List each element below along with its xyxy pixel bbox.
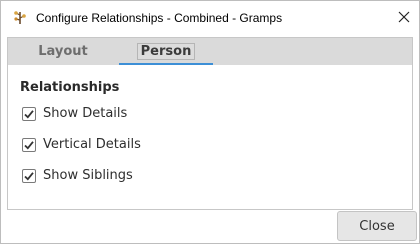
tab-layout-label: Layout bbox=[38, 44, 88, 59]
tab-person-label: Person bbox=[136, 43, 196, 60]
checkmark-icon bbox=[24, 140, 34, 150]
show-details-label: Show Details bbox=[43, 106, 128, 121]
vertical-details-checkbox-row[interactable]: Vertical Details bbox=[22, 137, 141, 152]
vertical-details-label: Vertical Details bbox=[43, 137, 141, 152]
checkmark-icon bbox=[24, 109, 34, 119]
dialog-window: Configure Relationships - Combined - Gra… bbox=[0, 0, 420, 244]
show-siblings-label: Show Siblings bbox=[43, 168, 133, 183]
gramps-tree-icon bbox=[12, 10, 28, 26]
vertical-details-checkbox[interactable] bbox=[22, 137, 36, 152]
tab-strip: Layout Person bbox=[7, 37, 413, 66]
title-bar[interactable]: Configure Relationships - Combined - Gra… bbox=[1, 1, 419, 34]
tab-layout[interactable]: Layout bbox=[8, 38, 118, 65]
tab-person[interactable]: Person bbox=[119, 38, 213, 65]
close-button[interactable]: Close bbox=[337, 211, 417, 241]
show-siblings-checkbox[interactable] bbox=[22, 168, 36, 183]
close-icon[interactable] bbox=[395, 8, 413, 26]
checkmark-icon bbox=[24, 171, 34, 181]
show-details-checkbox[interactable] bbox=[22, 106, 36, 121]
section-title: Relationships bbox=[20, 80, 120, 95]
tab-content-pane: Relationships Show Details Vertical Deta… bbox=[7, 65, 413, 210]
window-title: Configure Relationships - Combined - Gra… bbox=[36, 10, 283, 25]
show-details-checkbox-row[interactable]: Show Details bbox=[22, 106, 127, 121]
show-siblings-checkbox-row[interactable]: Show Siblings bbox=[22, 168, 133, 183]
